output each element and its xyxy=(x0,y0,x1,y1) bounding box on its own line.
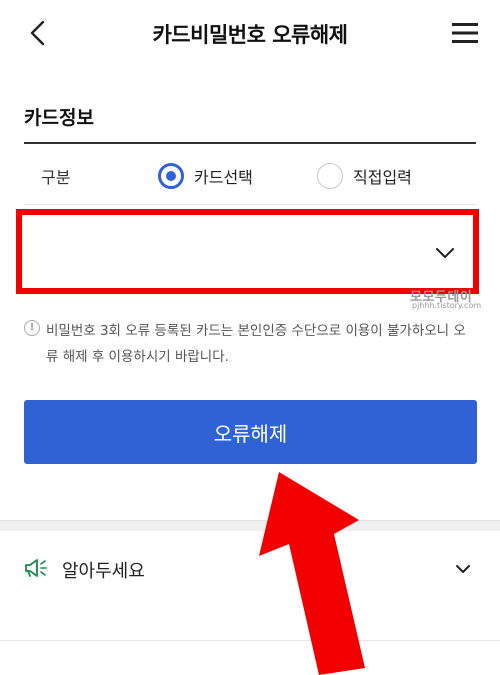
section-divider xyxy=(24,142,476,144)
radio-selected-icon xyxy=(158,163,184,189)
error-release-button[interactable]: 오류해제 xyxy=(24,400,477,464)
watermark-url: pjhhh.tistory.com xyxy=(412,301,482,310)
card-select-dropdown[interactable] xyxy=(16,209,479,294)
card-info-section-title: 카드정보 xyxy=(24,107,94,129)
radio-card-select[interactable]: 카드선택 xyxy=(158,160,253,192)
megaphone-icon xyxy=(25,559,47,577)
guide-accordion[interactable]: 알아두세요 xyxy=(0,545,500,595)
page-title: 카드비밀번호 오류해제 xyxy=(152,23,348,47)
exclamation-circle-icon: ! xyxy=(24,320,40,336)
chevron-down-icon xyxy=(456,565,470,573)
radio-direct-input[interactable]: 직접입력 xyxy=(317,160,412,192)
section-separator-band xyxy=(0,520,500,531)
radio-card-select-label: 카드선택 xyxy=(194,168,253,187)
row-divider xyxy=(24,204,476,205)
notice-text: 비밀번호 3회 오류 등록된 카드는 본인인증 수단으로 이용이 불가하오니 오… xyxy=(46,323,466,365)
type-label: 구분 xyxy=(41,168,71,187)
radio-direct-input-label: 직접입력 xyxy=(353,168,412,187)
radio-unselected-icon xyxy=(317,163,343,189)
chevron-down-icon xyxy=(436,248,454,258)
app-header: 카드비밀번호 오류해제 xyxy=(0,0,500,66)
guide-label: 알아두세요 xyxy=(62,561,145,582)
bottom-divider xyxy=(0,640,500,641)
red-up-arrow-icon xyxy=(259,472,365,675)
hamburger-menu-icon[interactable] xyxy=(450,20,480,46)
